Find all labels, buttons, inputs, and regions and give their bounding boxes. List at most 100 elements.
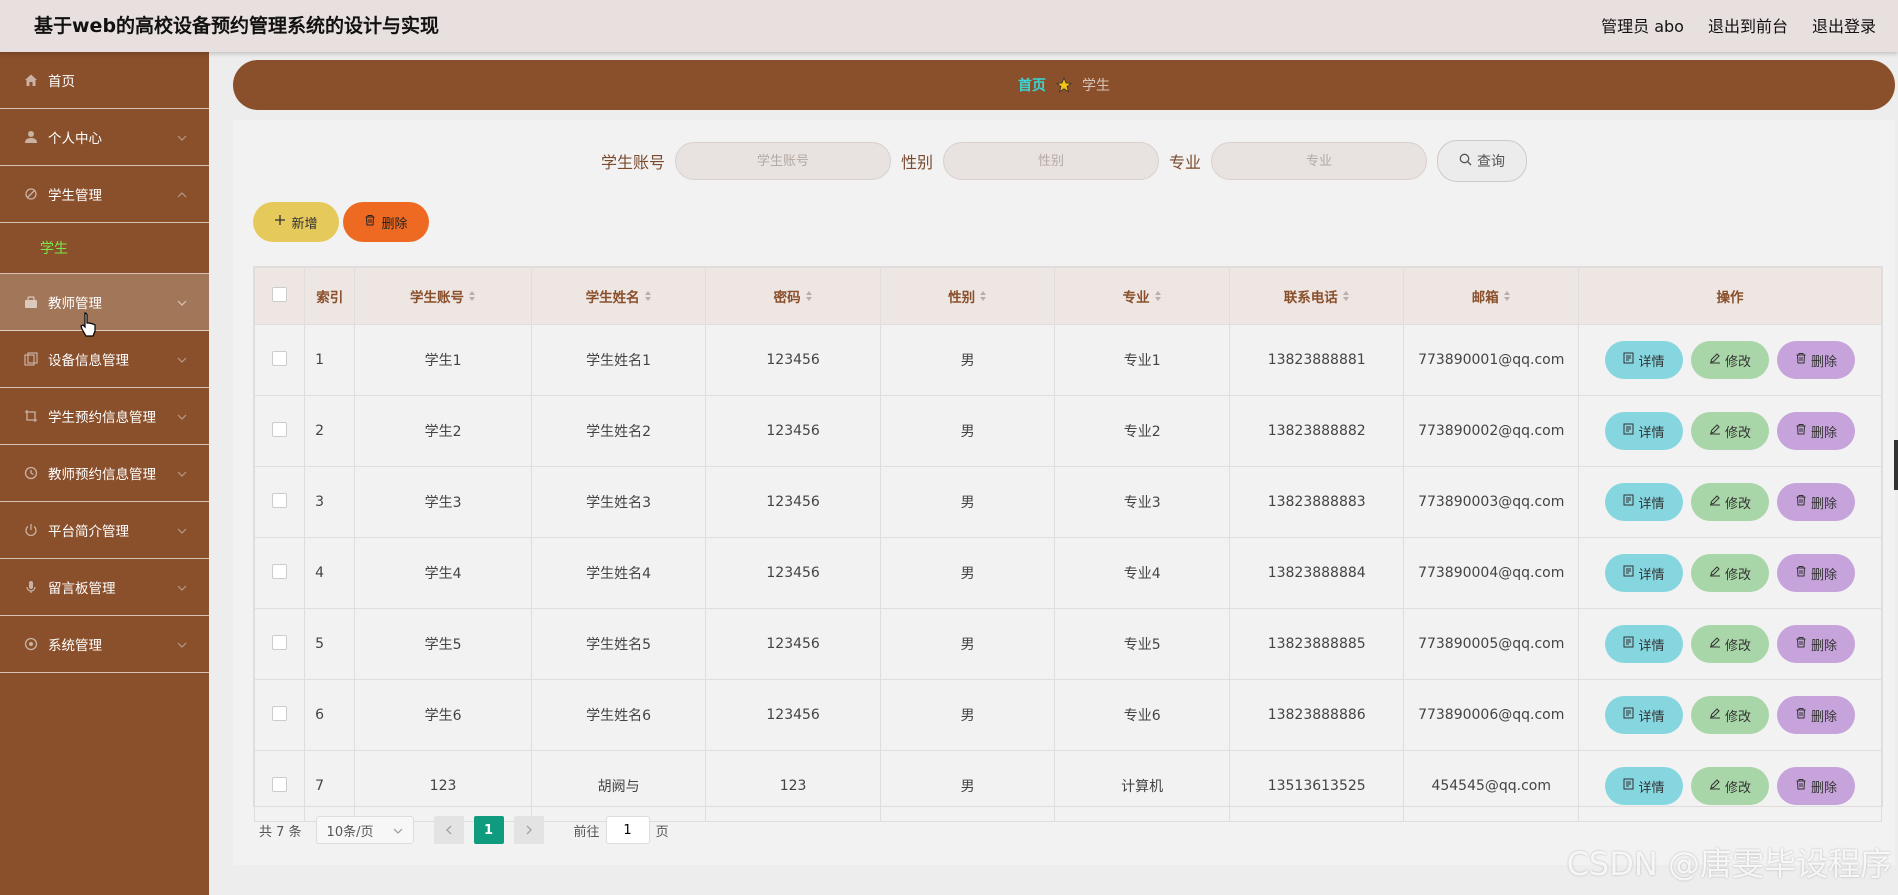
row-delete-button[interactable]: 删除 [1777, 412, 1855, 450]
column-header-password[interactable]: 密码 [705, 267, 881, 325]
breadcrumb-current: 学生 [1082, 78, 1110, 94]
sidebar-item-teacher-reservation[interactable]: 教师预约信息管理 [0, 445, 209, 502]
detail-button[interactable]: 详情 [1605, 554, 1683, 592]
sidebar-item-personal-center[interactable]: 个人中心 [0, 109, 209, 166]
chevron-down-icon [393, 823, 403, 838]
cell-index: 1 [304, 324, 356, 396]
breadcrumb-home[interactable]: 首页 [1018, 75, 1046, 95]
app-title: 基于web的高校设备预约管理系统的设计与实现 [34, 15, 440, 37]
sort-icon[interactable] [468, 290, 476, 306]
sidebar-item-student-management[interactable]: 学生管理 [0, 166, 209, 223]
sidebar-item-system-management[interactable]: 系统管理 [0, 616, 209, 673]
cell-index: 6 [304, 679, 356, 751]
detail-button[interactable]: 详情 [1605, 625, 1683, 663]
batch-delete-button[interactable]: 删除 [343, 202, 429, 242]
column-header-major[interactable]: 专业 [1054, 267, 1230, 325]
account-search-input[interactable] [674, 142, 891, 180]
row-delete-button[interactable]: 删除 [1777, 483, 1855, 521]
detail-button-label: 详情 [1638, 354, 1665, 370]
edit-button[interactable]: 修改 [1691, 625, 1769, 663]
query-button[interactable]: 查询 [1437, 140, 1528, 182]
cell-gender: 男 [879, 537, 1056, 609]
sort-icon[interactable] [805, 290, 813, 306]
row-delete-button[interactable]: 删除 [1777, 341, 1855, 379]
row-checkbox[interactable] [272, 421, 288, 437]
chevron-down-icon [177, 351, 187, 367]
major-search-input[interactable] [1211, 142, 1428, 180]
column-header-gender[interactable]: 性别 [879, 267, 1056, 325]
row-select-cell[interactable] [253, 537, 306, 609]
gender-search-input[interactable] [943, 142, 1159, 180]
detail-button[interactable]: 详情 [1605, 483, 1683, 521]
column-header-email[interactable]: 邮箱 [1403, 267, 1579, 325]
add-button[interactable]: 新增 [253, 202, 339, 242]
sidebar-item-teacher-management[interactable]: 教师管理 [0, 274, 209, 331]
edit-button[interactable]: 修改 [1691, 412, 1769, 450]
row-checkbox[interactable] [272, 776, 288, 792]
trash-icon [1795, 707, 1807, 723]
edit-button[interactable]: 修改 [1691, 341, 1769, 379]
sidebar-subitem-student[interactable]: 学生 [0, 223, 209, 274]
row-select-cell[interactable] [253, 750, 306, 822]
sidebar-item-home[interactable]: 首页 [0, 52, 209, 109]
row-delete-button[interactable]: 删除 [1777, 554, 1855, 592]
row-checkbox[interactable] [272, 634, 288, 650]
row-delete-button[interactable]: 删除 [1777, 767, 1855, 805]
sidebar-item-student-reservation[interactable]: 学生预约信息管理 [0, 388, 209, 445]
detail-button[interactable]: 详情 [1605, 696, 1683, 734]
column-header-name[interactable]: 学生姓名 [530, 267, 707, 325]
goto-prefix: 前往 [573, 824, 600, 840]
select-all-checkbox[interactable] [272, 286, 288, 302]
row-select-cell[interactable] [253, 608, 306, 680]
row-checkbox[interactable] [272, 563, 288, 579]
cell-phone: 13513613525 [1228, 750, 1405, 822]
detail-button[interactable]: 详情 [1605, 767, 1683, 805]
cell-index: 3 [304, 466, 356, 538]
row-select-cell[interactable] [253, 466, 306, 538]
logout-link[interactable]: 退出登录 [1812, 13, 1876, 37]
cell-gender: 男 [879, 466, 1056, 538]
row-checkbox[interactable] [272, 492, 288, 508]
sidebar-item-device-management[interactable]: 设备信息管理 [0, 331, 209, 388]
query-button-label: 查询 [1477, 154, 1506, 170]
header-actions: 管理员 abo 退出到前台 退出登录 [1601, 13, 1876, 37]
sort-icon[interactable] [1342, 290, 1350, 306]
table-row: 1 学生1 学生姓名1 123456 男专业1 13823888881 773890001@… [253, 324, 1882, 396]
column-header-phone[interactable]: 联系电话 [1228, 267, 1405, 325]
detail-button[interactable]: 详情 [1605, 341, 1683, 379]
row-select-cell[interactable] [253, 324, 306, 396]
row-select-cell[interactable] [253, 679, 306, 751]
row-checkbox[interactable] [272, 705, 288, 721]
edit-button[interactable]: 修改 [1691, 767, 1769, 805]
prev-page-button[interactable] [433, 816, 464, 844]
sort-icon[interactable] [979, 290, 987, 306]
column-header-account[interactable]: 学生账号 [354, 267, 532, 325]
row-delete-button[interactable]: 删除 [1777, 696, 1855, 734]
cell-account: 学生3 [354, 466, 532, 538]
column-header-label: 性别 [948, 290, 976, 306]
exit-to-front-link[interactable]: 退出到前台 [1708, 13, 1788, 37]
detail-button-label: 详情 [1638, 709, 1665, 725]
teacher-icon [22, 293, 40, 311]
goto-page-input[interactable] [605, 816, 650, 844]
cell-phone: 13823888883 [1228, 466, 1405, 538]
sort-icon[interactable] [1503, 290, 1511, 306]
page-size-select[interactable]: 10条/页 [315, 816, 414, 844]
edit-button-label: 修改 [1724, 709, 1751, 725]
next-page-button[interactable] [513, 816, 544, 844]
sort-icon[interactable] [644, 290, 652, 306]
sidebar-item-platform-intro[interactable]: 平台简介管理 [0, 502, 209, 559]
sidebar-item-message-board[interactable]: 留言板管理 [0, 559, 209, 616]
sidebar-item-label: 设备信息管理 [48, 353, 129, 369]
page-number-current[interactable]: 1 [473, 816, 504, 844]
select-all-cell[interactable] [253, 267, 306, 325]
scrollbar-thumb[interactable] [1894, 440, 1898, 490]
edit-button[interactable]: 修改 [1691, 554, 1769, 592]
row-select-cell[interactable] [253, 395, 306, 467]
sort-icon[interactable] [1154, 290, 1162, 306]
edit-button[interactable]: 修改 [1691, 696, 1769, 734]
row-delete-button[interactable]: 删除 [1777, 625, 1855, 663]
edit-button[interactable]: 修改 [1691, 483, 1769, 521]
row-checkbox[interactable] [272, 350, 288, 366]
detail-button[interactable]: 详情 [1605, 412, 1683, 450]
